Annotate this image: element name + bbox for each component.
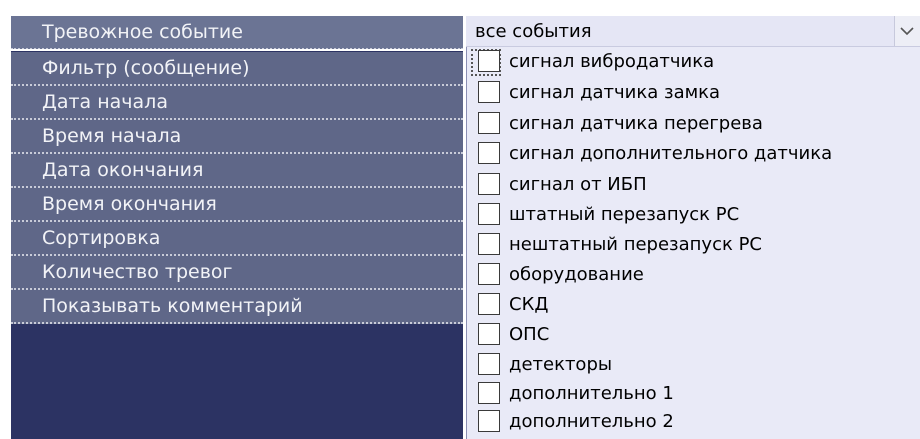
checkbox[interactable] [478,203,500,225]
checkbox[interactable] [478,293,500,315]
event-type-combobox[interactable]: все события [466,16,920,47]
param-label: Дата начала [42,91,168,113]
option-label: ОПС [509,324,550,345]
list-item[interactable]: СКД [467,291,920,322]
selection-underline [11,49,463,51]
list-item[interactable]: сигнал датчика замка [467,79,920,110]
option-label: сигнал дополнительного датчика [509,143,833,164]
parameter-list: Тревожное событие Фильтр (сообщение) Дат… [11,16,463,439]
option-label: дополнительно 1 [509,383,674,404]
list-item[interactable]: дополнительно 1 [467,380,920,411]
param-end-time[interactable]: Время окончания [11,188,463,222]
param-label: Время начала [42,125,182,147]
list-item[interactable]: сигнал вибродатчика [467,48,920,79]
option-label: сигнал датчика перегрева [509,113,763,134]
param-show-comment[interactable]: Показывать комментарий [11,290,463,324]
checkbox[interactable] [478,263,500,285]
param-alarm-count[interactable]: Количество тревог [11,256,463,290]
param-end-date[interactable]: Дата окончания [11,154,463,188]
param-sorting[interactable]: Сортировка [11,222,463,256]
param-label: Показывать комментарий [42,295,303,317]
option-label: СКД [509,294,549,315]
option-label: нештатный перезапуск РС [509,234,762,255]
list-item[interactable]: детекторы [467,351,920,382]
param-label: Сортировка [42,227,161,249]
list-item[interactable]: сигнал дополнительного датчика [467,140,920,171]
checkbox[interactable] [478,353,500,375]
list-item[interactable]: ОПС [467,321,920,352]
option-label: сигнал датчика замка [509,82,721,103]
list-item[interactable]: нештатный перезапуск РС [467,231,920,262]
param-label: Время окончания [42,193,217,215]
param-label: Тревожное событие [42,21,243,43]
checkbox[interactable] [478,81,500,103]
option-label: штатный перезапуск РС [509,204,740,225]
option-label: сигнал вибродатчика [509,51,715,72]
option-label: детекторы [509,354,613,375]
checkbox[interactable] [478,233,500,255]
list-item[interactable]: сигнал от ИБП [467,171,920,202]
checkbox[interactable] [478,112,500,134]
checkbox[interactable] [478,142,500,164]
param-start-date[interactable]: Дата начала [11,86,463,120]
list-item[interactable]: сигнал датчика перегрева [467,110,920,141]
checkbox[interactable] [478,323,500,345]
combobox-value: все события [475,21,592,42]
list-item[interactable]: штатный перезапуск РС [467,201,920,232]
checkbox[interactable] [478,173,500,195]
param-alarm-event[interactable]: Тревожное событие [11,16,463,51]
dropdown-button[interactable] [894,16,920,46]
checkbox[interactable] [478,50,500,72]
param-label: Дата окончания [42,159,204,181]
event-options-list: сигнал вибродатчика сигнал датчика замка… [466,47,920,439]
list-item[interactable]: оборудование [467,261,920,292]
option-label: оборудование [509,264,644,285]
option-label: дополнительно 2 [509,411,674,432]
param-filter-message[interactable]: Фильтр (сообщение) [11,52,463,86]
param-label: Фильтр (сообщение) [42,57,250,79]
list-item[interactable]: дополнительно 2 [467,408,920,439]
checkbox[interactable] [478,410,500,432]
settings-panel: Тревожное событие Фильтр (сообщение) Дат… [0,0,920,439]
chevron-down-icon [900,27,914,36]
option-label: сигнал от ИБП [509,174,647,195]
param-start-time[interactable]: Время начала [11,120,463,154]
checkbox[interactable] [478,382,500,404]
param-label: Количество тревог [42,261,233,283]
